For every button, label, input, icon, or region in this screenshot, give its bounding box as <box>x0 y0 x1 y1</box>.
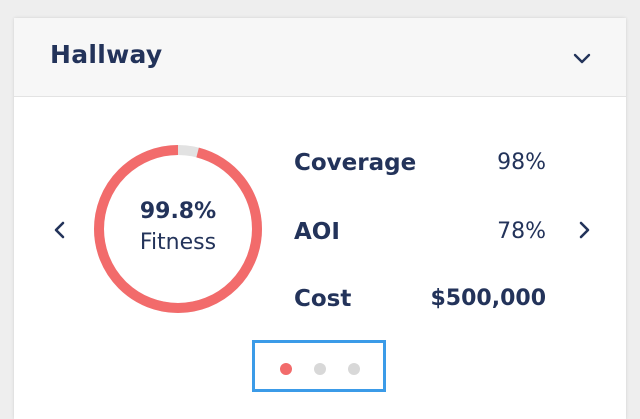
gauge-progress-arc <box>94 145 262 313</box>
page-dot-2[interactable] <box>314 363 326 375</box>
fitness-gauge <box>94 145 262 313</box>
chevron-down-icon[interactable] <box>570 48 594 68</box>
page-dot-3[interactable] <box>348 363 360 375</box>
cost-value: $500,000 <box>430 286 546 311</box>
fitness-value: 99.8% <box>139 199 217 224</box>
hallway-card: Hallway 99.8% Fitness Coverage 98% AOI 7… <box>14 18 626 419</box>
aoi-value: 78% <box>497 219 546 244</box>
coverage-label: Coverage <box>294 150 417 176</box>
aoi-label: AOI <box>294 219 340 245</box>
cost-label: Cost <box>294 286 352 312</box>
card-title: Hallway <box>50 40 163 69</box>
fitness-label: Fitness <box>139 230 217 255</box>
chevron-left-icon[interactable] <box>48 215 72 245</box>
page-dot-1[interactable] <box>280 363 292 375</box>
pagination-dots <box>252 340 386 392</box>
chevron-right-icon[interactable] <box>572 215 596 245</box>
coverage-value: 98% <box>497 150 546 175</box>
card-header[interactable]: Hallway <box>14 18 626 97</box>
